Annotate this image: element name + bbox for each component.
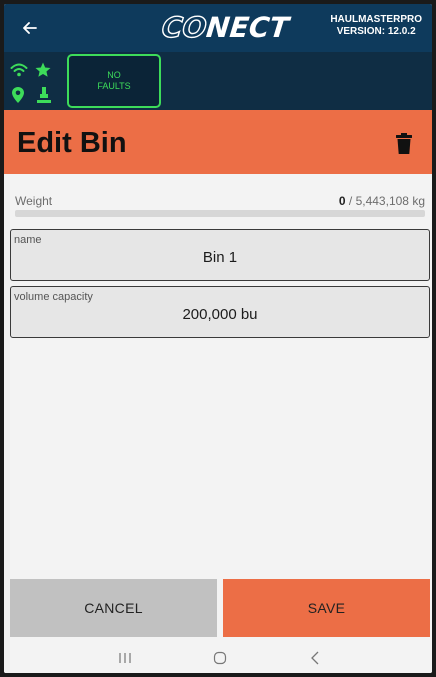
- connect-logo: CONECT: [160, 10, 291, 44]
- cancel-button[interactable]: CANCEL: [10, 579, 217, 637]
- status-bar: NO FAULTS: [4, 52, 432, 110]
- volume-capacity-field-value: 200,000 bu: [182, 306, 258, 323]
- save-button[interactable]: SAVE: [223, 579, 430, 637]
- top-app-bar: CONECT HAULMASTERPRO VERSION: 12.0.2: [4, 4, 432, 52]
- delete-trash-icon[interactable]: [394, 133, 414, 155]
- volume-capacity-field-label: volume capacity: [14, 291, 93, 303]
- home-icon[interactable]: [205, 648, 235, 668]
- product-name: HAULMASTERPRO: [330, 14, 422, 25]
- back-nav-icon[interactable]: [300, 648, 330, 668]
- back-arrow-icon[interactable]: [18, 16, 42, 40]
- star-icon: [34, 61, 52, 79]
- volume-capacity-field[interactable]: volume capacity 200,000 bu: [10, 286, 430, 338]
- wifi-icon: [10, 62, 28, 80]
- page-title: Edit Bin: [17, 127, 127, 159]
- weight-separator: /: [345, 194, 356, 208]
- recent-apps-icon[interactable]: [110, 648, 140, 668]
- weight-label: Weight: [15, 194, 53, 208]
- weight-progress-bar: [15, 210, 425, 217]
- weight-current: 0: [338, 194, 346, 208]
- equipment-icon: [36, 86, 54, 104]
- name-field[interactable]: name Bin 1: [10, 229, 430, 281]
- version-number: VERSION: 12.0.2: [336, 26, 416, 37]
- weight-value: 0 / 5,443,108 kg: [339, 194, 425, 208]
- app-window: CONECT HAULMASTERPRO VERSION: 12.0.2 NO …: [4, 4, 432, 673]
- name-field-label: name: [14, 234, 42, 246]
- name-field-value: Bin 1: [202, 249, 238, 266]
- fault-status-badge[interactable]: NO FAULTS: [67, 54, 161, 108]
- location-pin-icon: [11, 86, 29, 104]
- weight-max: 5,443,108: [355, 194, 409, 208]
- weight-row: Weight 0 / 5,443,108 kg: [15, 194, 425, 208]
- version-info: HAULMASTERPRO VERSION: 12.0.2: [330, 14, 422, 38]
- fault-status-text: NO FAULTS: [97, 70, 131, 91]
- weight-unit: kg: [412, 194, 425, 208]
- system-navigation-bar: [4, 642, 432, 673]
- page-header: Edit Bin: [4, 110, 432, 174]
